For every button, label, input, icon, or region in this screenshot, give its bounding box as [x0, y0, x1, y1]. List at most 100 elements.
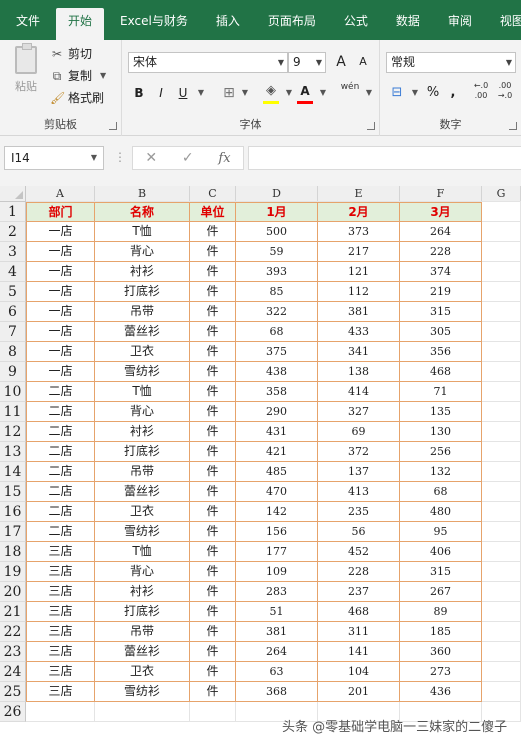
- column-header-e[interactable]: E: [318, 186, 400, 202]
- table-cell[interactable]: 156: [236, 522, 318, 542]
- table-cell[interactable]: 468: [318, 602, 400, 622]
- table-cell[interactable]: 件: [190, 402, 236, 422]
- column-header-c[interactable]: C: [190, 186, 236, 202]
- table-cell[interactable]: 219: [400, 282, 482, 302]
- name-box[interactable]: I14 ▼: [4, 146, 104, 170]
- column-header-a[interactable]: A: [26, 186, 95, 202]
- header-cell[interactable]: 1月: [236, 202, 318, 222]
- table-cell[interactable]: 228: [318, 562, 400, 582]
- table-cell[interactable]: 三店: [26, 542, 95, 562]
- row-header-16[interactable]: 16: [0, 502, 26, 522]
- tab-0[interactable]: 文件: [4, 10, 52, 40]
- table-cell[interactable]: 500: [236, 222, 318, 242]
- table-cell[interactable]: 413: [318, 482, 400, 502]
- table-cell[interactable]: 件: [190, 562, 236, 582]
- table-cell[interactable]: T恤: [95, 222, 190, 242]
- table-cell[interactable]: 雪纺衫: [95, 682, 190, 702]
- table-cell[interactable]: 吊带: [95, 622, 190, 642]
- table-cell[interactable]: 470: [236, 482, 318, 502]
- table-cell[interactable]: 件: [190, 322, 236, 342]
- table-cell[interactable]: 485: [236, 462, 318, 482]
- table-cell[interactable]: 468: [400, 362, 482, 382]
- table-cell[interactable]: 130: [400, 422, 482, 442]
- table-cell[interactable]: 件: [190, 242, 236, 262]
- cut-button[interactable]: ✂ 剪切: [50, 44, 92, 64]
- table-cell[interactable]: 三店: [26, 642, 95, 662]
- table-cell[interactable]: 373: [318, 222, 400, 242]
- table-cell[interactable]: 177: [236, 542, 318, 562]
- tab-1[interactable]: 开始: [56, 8, 105, 40]
- table-cell[interactable]: 381: [318, 302, 400, 322]
- shrink-font-button[interactable]: A: [354, 52, 372, 72]
- table-cell[interactable]: 132: [400, 462, 482, 482]
- tab-8[interactable]: 视图: [488, 10, 521, 40]
- table-cell[interactable]: 吊带: [95, 462, 190, 482]
- header-cell[interactable]: 名称: [95, 202, 190, 222]
- table-cell[interactable]: 件: [190, 362, 236, 382]
- comma-button[interactable]: ,: [444, 83, 462, 103]
- table-cell[interactable]: 打底衫: [95, 442, 190, 462]
- tab-3[interactable]: 插入: [204, 10, 252, 40]
- table-cell[interactable]: 393: [236, 262, 318, 282]
- row-header-1[interactable]: 1: [0, 202, 26, 222]
- table-cell[interactable]: 104: [318, 662, 400, 682]
- row-header-7[interactable]: 7: [0, 322, 26, 342]
- tab-7[interactable]: 审阅: [436, 10, 484, 40]
- table-cell[interactable]: 蕾丝衫: [95, 322, 190, 342]
- table-cell[interactable]: 一店: [26, 242, 95, 262]
- table-cell[interactable]: 315: [400, 562, 482, 582]
- row-header-21[interactable]: 21: [0, 602, 26, 622]
- table-cell[interactable]: 雪纺衫: [95, 522, 190, 542]
- table-cell[interactable]: T恤: [95, 542, 190, 562]
- table-cell[interactable]: 121: [318, 262, 400, 282]
- table-cell[interactable]: 217: [318, 242, 400, 262]
- table-cell[interactable]: 件: [190, 302, 236, 322]
- table-cell[interactable]: 322: [236, 302, 318, 322]
- table-cell[interactable]: 打底衫: [95, 602, 190, 622]
- table-cell[interactable]: 二店: [26, 422, 95, 442]
- table-cell[interactable]: 二店: [26, 382, 95, 402]
- table-cell[interactable]: 一店: [26, 302, 95, 322]
- table-cell[interactable]: 436: [400, 682, 482, 702]
- table-cell[interactable]: 一店: [26, 322, 95, 342]
- font-size-select[interactable]: 9 ▼: [288, 52, 326, 73]
- table-cell[interactable]: 一店: [26, 262, 95, 282]
- table-cell[interactable]: 件: [190, 662, 236, 682]
- table-cell[interactable]: 305: [400, 322, 482, 342]
- table-cell[interactable]: 三店: [26, 662, 95, 682]
- table-cell[interactable]: 375: [236, 342, 318, 362]
- table-cell[interactable]: 件: [190, 582, 236, 602]
- dialog-launcher-icon[interactable]: [367, 122, 375, 130]
- row-header-10[interactable]: 10: [0, 382, 26, 402]
- chevron-down-icon[interactable]: ▼: [360, 83, 378, 103]
- table-cell[interactable]: 85: [236, 282, 318, 302]
- table-cell[interactable]: 卫衣: [95, 342, 190, 362]
- chevron-down-icon[interactable]: ▼: [406, 83, 424, 103]
- row-header-26[interactable]: 26: [0, 702, 26, 722]
- underline-button[interactable]: U: [174, 83, 192, 103]
- table-cell[interactable]: 480: [400, 502, 482, 522]
- table-cell[interactable]: 件: [190, 542, 236, 562]
- tab-5[interactable]: 公式: [332, 10, 380, 40]
- row-header-9[interactable]: 9: [0, 362, 26, 382]
- row-header-19[interactable]: 19: [0, 562, 26, 582]
- table-cell[interactable]: 件: [190, 222, 236, 242]
- table-cell[interactable]: 件: [190, 462, 236, 482]
- table-cell[interactable]: 59: [236, 242, 318, 262]
- format-painter-button[interactable]: 🖌 格式刷: [50, 88, 104, 108]
- table-cell[interactable]: 件: [190, 502, 236, 522]
- table-cell[interactable]: 264: [400, 222, 482, 242]
- row-header-18[interactable]: 18: [0, 542, 26, 562]
- table-cell[interactable]: 一店: [26, 342, 95, 362]
- select-all-corner[interactable]: [0, 186, 26, 202]
- table-cell[interactable]: 71: [400, 382, 482, 402]
- chevron-down-icon[interactable]: ▼: [236, 83, 254, 103]
- formula-input[interactable]: [248, 146, 521, 170]
- row-header-14[interactable]: 14: [0, 462, 26, 482]
- grow-font-button[interactable]: A: [332, 52, 350, 72]
- column-header-b[interactable]: B: [95, 186, 190, 202]
- enter-icon[interactable]: ✓: [182, 150, 194, 166]
- table-cell[interactable]: 衬衫: [95, 582, 190, 602]
- number-format-select[interactable]: 常规 ▼: [386, 52, 516, 73]
- percent-button[interactable]: %: [424, 83, 442, 103]
